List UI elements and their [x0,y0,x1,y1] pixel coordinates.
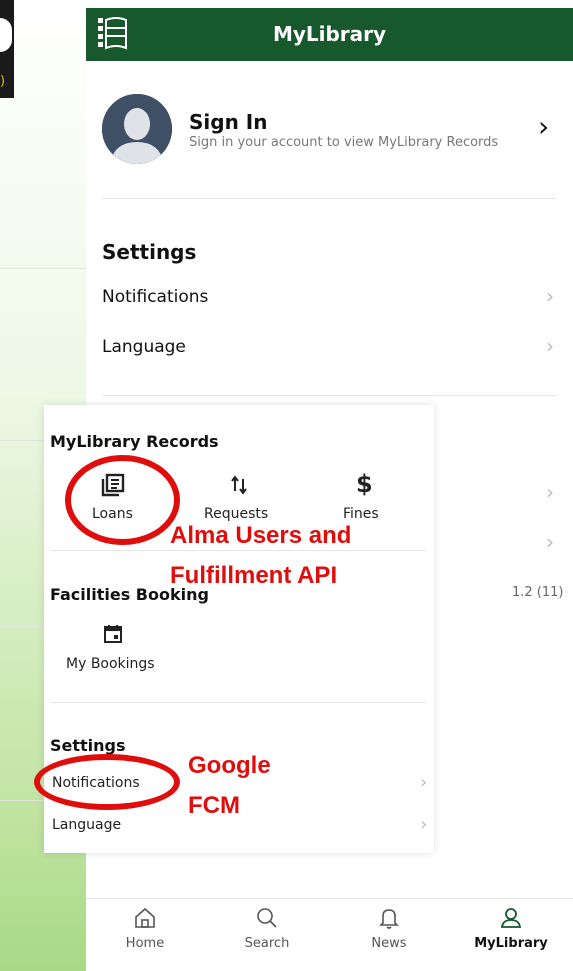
divider [50,702,426,703]
chevron-right-icon[interactable]: › [546,334,554,358]
search-icon [257,908,277,928]
google-annotation-line2: FCM [188,792,240,819]
nav-home-label: Home [125,936,165,951]
user-icon [500,908,522,928]
nav-news[interactable]: News [344,906,434,951]
signin-subtitle: Sign in your account to view MyLibrary R… [189,135,499,150]
divider [102,198,556,199]
settings-heading: Settings [102,240,197,264]
chevron-right-icon[interactable]: › [420,814,427,835]
notifications-highlight-ring [34,754,180,810]
signin-title[interactable]: Sign In [189,110,267,134]
nav-mylibrary[interactable]: MyLibrary [466,906,556,951]
home-icon [135,907,155,928]
nav-news-label: News [371,936,407,951]
chevron-right-icon[interactable]: › [420,772,427,793]
bottom-nav-divider [86,898,573,899]
divider [50,550,426,551]
chevron-right-icon[interactable]: › [546,530,554,554]
requests-label[interactable]: Requests [204,506,268,522]
fines-label[interactable]: Fines [343,506,379,522]
avatar[interactable] [102,94,172,164]
records-heading: MyLibrary Records [50,432,219,451]
overlay-settings-heading: Settings [50,736,126,755]
nav-search-label: Search [244,936,290,951]
bell-icon [379,909,399,929]
chevron-right-icon[interactable]: › [546,284,554,308]
alma-annotation-line2: Fulfillment API [170,562,338,589]
settings-notifications[interactable]: Notifications [102,287,208,307]
chevron-right-icon[interactable]: › [546,480,554,504]
overlay-language[interactable]: Language [52,817,121,833]
user-silhouette-icon [102,94,172,164]
nav-search[interactable]: Search [222,906,312,951]
nav-mylibrary-label: MyLibrary [474,936,548,951]
page-title: MyLibrary [272,22,387,46]
divider [102,395,556,396]
chevron-right-icon[interactable]: › [538,110,549,143]
background-divider [0,268,86,269]
requests-icon[interactable] [230,475,248,495]
google-annotation-line1: Google [188,752,271,779]
nav-home[interactable]: Home [100,906,190,951]
version-label: 1.2 (11) [512,585,564,600]
calendar-icon[interactable] [103,624,123,644]
background-text-fragment: ) [0,74,6,89]
settings-language[interactable]: Language [102,337,186,357]
my-bookings-label[interactable]: My Bookings [66,656,155,672]
fines-icon[interactable]: $ [356,470,373,498]
loans-highlight-ring [65,455,180,545]
alma-annotation-line1: Alma Users and [170,522,352,549]
